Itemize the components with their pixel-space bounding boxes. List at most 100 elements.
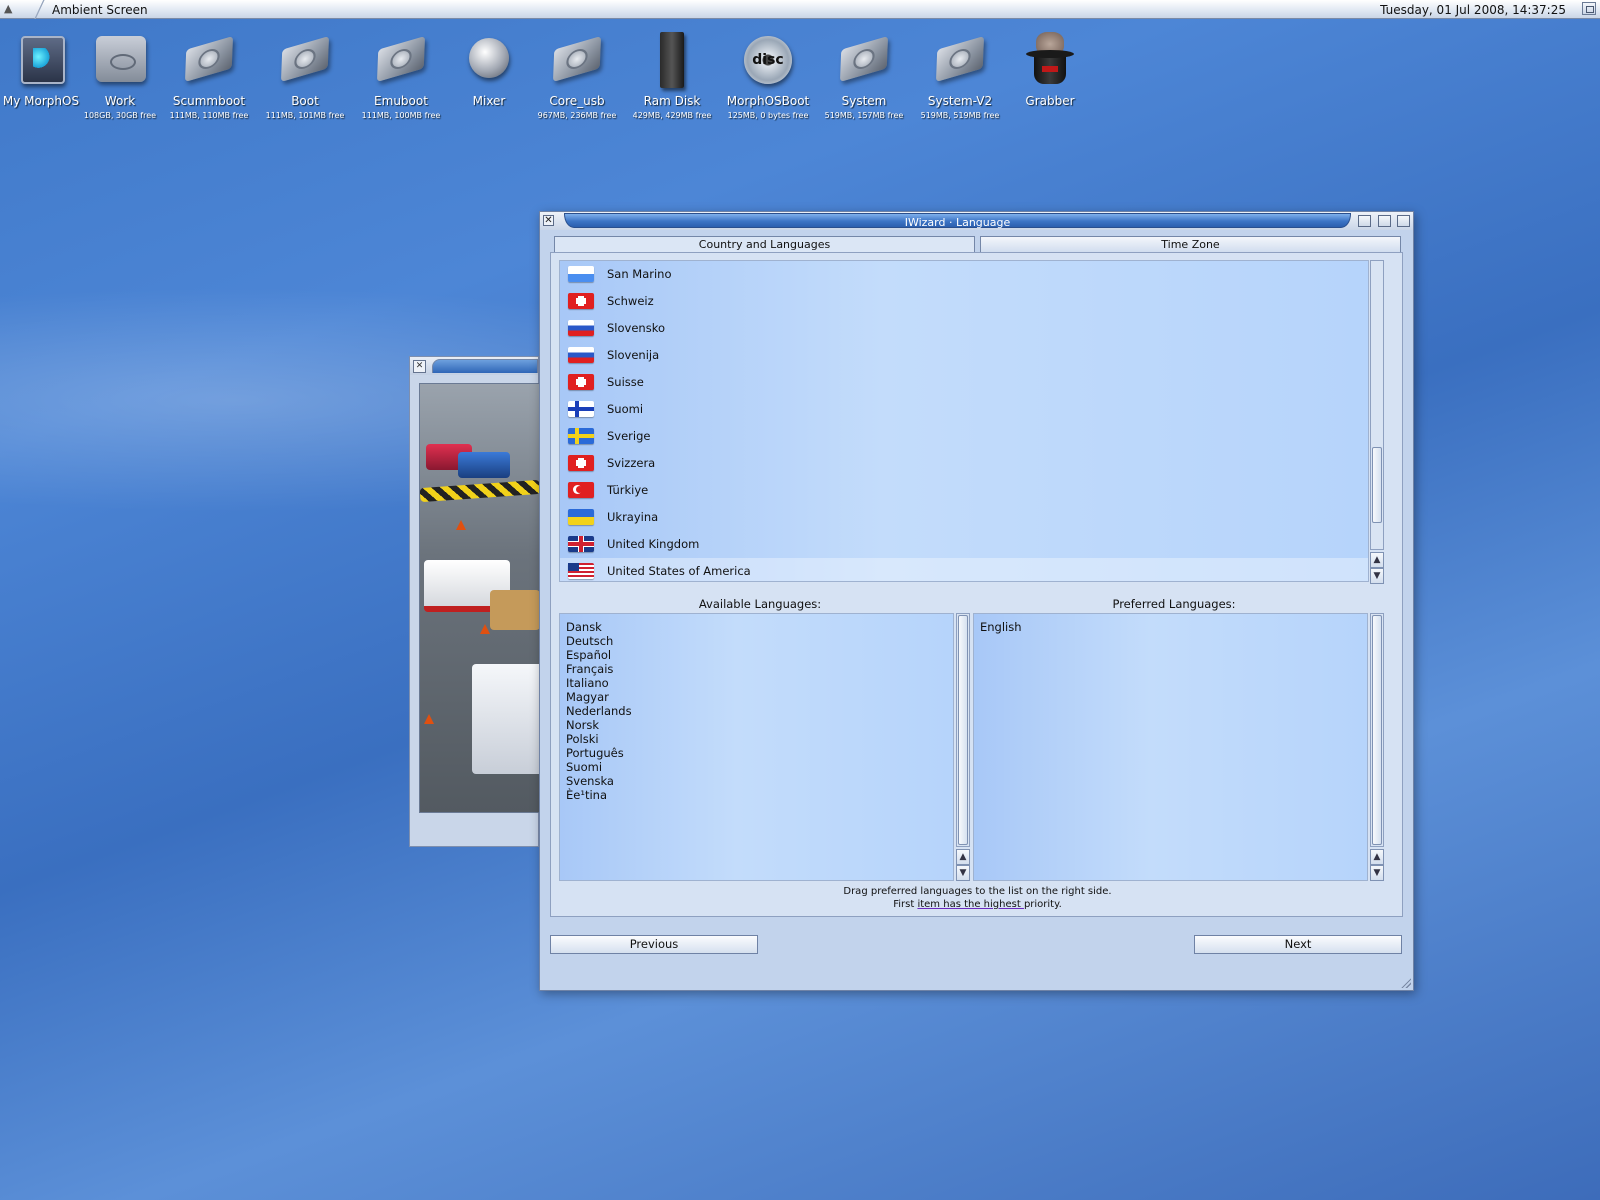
morphos-logo-icon[interactable]: ▲: [4, 2, 30, 16]
scroll-up-arrow-icon[interactable]: ▲: [1370, 849, 1384, 865]
san-marino-flag-icon: [568, 266, 594, 282]
icon-label: System-V2: [927, 94, 993, 108]
swiss-flag-icon: [568, 293, 594, 309]
country-list-scrollbar[interactable]: [1370, 260, 1384, 550]
scroll-up-arrow-icon[interactable]: ▲: [956, 849, 970, 865]
scroll-down-arrow-icon[interactable]: ▼: [1370, 865, 1384, 881]
desktop-icon-boot[interactable]: Boot 111MB, 101MB free: [257, 28, 353, 120]
list-item[interactable]: San Marino: [560, 261, 1368, 288]
desktop-icon-ram-disk[interactable]: Ram Disk 429MB, 429MB free: [624, 28, 720, 120]
close-icon[interactable]: ✕: [543, 215, 554, 226]
iconify-icon[interactable]: [1358, 215, 1371, 227]
scrollbar-knob[interactable]: [1372, 615, 1382, 845]
resize-grip-icon[interactable]: [1401, 978, 1411, 988]
list-item[interactable]: Magyar: [560, 690, 953, 704]
country-list[interactable]: San Marino Schweiz Slovensko Slovenija S…: [559, 260, 1369, 582]
list-item[interactable]: Suisse: [560, 369, 1368, 396]
toy-cars-picture: [419, 383, 541, 813]
desktop-icon-system[interactable]: System 519MB, 157MB free: [816, 28, 912, 120]
preferred-languages-title: Preferred Languages:: [1112, 597, 1236, 611]
country-label: Ukrayina: [607, 510, 659, 524]
list-item[interactable]: Italiano: [560, 676, 953, 690]
next-button[interactable]: Next: [1194, 935, 1402, 954]
depth-icon[interactable]: [1397, 215, 1410, 227]
hint-text: First: [893, 899, 918, 910]
desktop-icon-mixer[interactable]: Mixer: [441, 28, 537, 111]
usa-flag-icon: [568, 563, 594, 579]
list-item[interactable]: Svizzera: [560, 450, 1368, 477]
desktop-icon-emuboot[interactable]: Emuboot 111MB, 100MB free: [353, 28, 449, 120]
hint-line-2: First item has the highest priority.: [551, 899, 1404, 910]
list-item[interactable]: United Kingdom: [560, 531, 1368, 558]
preferred-languages-list[interactable]: English: [973, 613, 1368, 881]
list-item[interactable]: Slovensko: [560, 315, 1368, 342]
list-item[interactable]: Deutsch: [560, 634, 953, 648]
icon-label: Boot: [291, 94, 319, 108]
window-title-bar[interactable]: IWizard · Language: [564, 213, 1351, 229]
tab-time-zone[interactable]: Time Zone: [980, 236, 1401, 252]
list-item[interactable]: Ukrayina: [560, 504, 1368, 531]
desktop-icon-system-v2[interactable]: System-V2 519MB, 519MB free: [912, 28, 1008, 120]
icon-label: Ram Disk: [643, 94, 701, 108]
list-item[interactable]: Français: [560, 662, 953, 676]
blue-car-image: [458, 452, 510, 478]
desktop-icon-scummboot[interactable]: Scummboot 111MB, 110MB free: [161, 28, 257, 120]
country-label: Slovensko: [607, 321, 665, 335]
list-item[interactable]: Slovenija: [560, 342, 1368, 369]
scrollbar-knob[interactable]: [958, 615, 968, 845]
available-list-scrollbar[interactable]: [956, 613, 970, 847]
cone-image: [456, 520, 466, 530]
list-item[interactable]: English: [974, 620, 1367, 634]
icon-label: Mixer: [472, 94, 506, 108]
icon-info: 125MB, 0 bytes free: [727, 111, 809, 120]
preferred-list-scrollbar[interactable]: [1370, 613, 1384, 847]
desktop-icon-grabber[interactable]: Grabber: [1002, 28, 1098, 111]
iwizard-language-window[interactable]: ✕ IWizard · Language Country and Languag…: [539, 211, 1414, 991]
country-label: Schweiz: [607, 294, 654, 308]
morphos-icon: [21, 36, 65, 84]
list-item[interactable]: Schweiz: [560, 288, 1368, 315]
scroll-down-arrow-icon[interactable]: ▼: [956, 865, 970, 881]
icon-label: Grabber: [1025, 94, 1075, 108]
scroll-up-arrow-icon[interactable]: ▲: [1370, 552, 1384, 568]
scrollbar-knob[interactable]: [1372, 447, 1382, 523]
background-picture-window[interactable]: ✕: [409, 356, 541, 847]
list-item[interactable]: Türkiye: [560, 477, 1368, 504]
previous-button[interactable]: Previous: [550, 935, 758, 954]
country-label: Svizzera: [607, 456, 656, 470]
list-item[interactable]: Español: [560, 648, 953, 662]
available-languages-list[interactable]: Dansk Deutsch Español Français Italiano …: [559, 613, 954, 881]
icon-label: MorphOSBoot: [726, 94, 810, 108]
list-item[interactable]: Norsk: [560, 718, 953, 732]
list-item[interactable]: Suomi: [560, 396, 1368, 423]
cone-image: [424, 714, 434, 724]
list-item[interactable]: Èe¹tina: [560, 788, 953, 802]
screen-depth-icon[interactable]: [1582, 2, 1596, 15]
disc-icon: disc: [744, 36, 792, 84]
country-label: Suisse: [607, 375, 644, 389]
swiss-flag-icon: [568, 374, 594, 390]
desktop-icon-core-usb[interactable]: Core_usb 967MB, 236MB free: [529, 28, 625, 120]
hint-text: priority.: [1023, 899, 1062, 910]
icon-label: Scummboot: [172, 94, 246, 108]
list-item[interactable]: Svenska: [560, 774, 953, 788]
scroll-down-arrow-icon[interactable]: ▼: [1370, 568, 1384, 584]
list-item[interactable]: Dansk: [560, 620, 953, 634]
desktop-icon-work[interactable]: Work 108GB, 30GB free: [72, 28, 168, 120]
list-item[interactable]: Português: [560, 746, 953, 760]
window-titlebar[interactable]: ✕ IWizard · Language: [540, 212, 1413, 230]
country-label: United Kingdom: [607, 537, 700, 551]
close-icon[interactable]: ✕: [413, 360, 426, 373]
list-item[interactable]: Nederlands: [560, 704, 953, 718]
list-item[interactable]: Sverige: [560, 423, 1368, 450]
desktop-icons: My MorphOS Work 108GB, 30GB free Scummbo…: [0, 28, 1100, 138]
list-item[interactable]: Polski: [560, 732, 953, 746]
zoom-icon[interactable]: [1378, 215, 1391, 227]
swiss-flag-icon: [568, 455, 594, 471]
desktop-icon-morphosboot[interactable]: disc MorphOSBoot 125MB, 0 bytes free: [720, 28, 816, 120]
list-item[interactable]: Suomi: [560, 760, 953, 774]
available-languages-title: Available Languages:: [698, 597, 822, 611]
country-label: Sverige: [607, 429, 651, 443]
background-window-titlebar[interactable]: ✕: [410, 357, 538, 375]
list-item-selected[interactable]: United States of America: [560, 558, 1368, 581]
